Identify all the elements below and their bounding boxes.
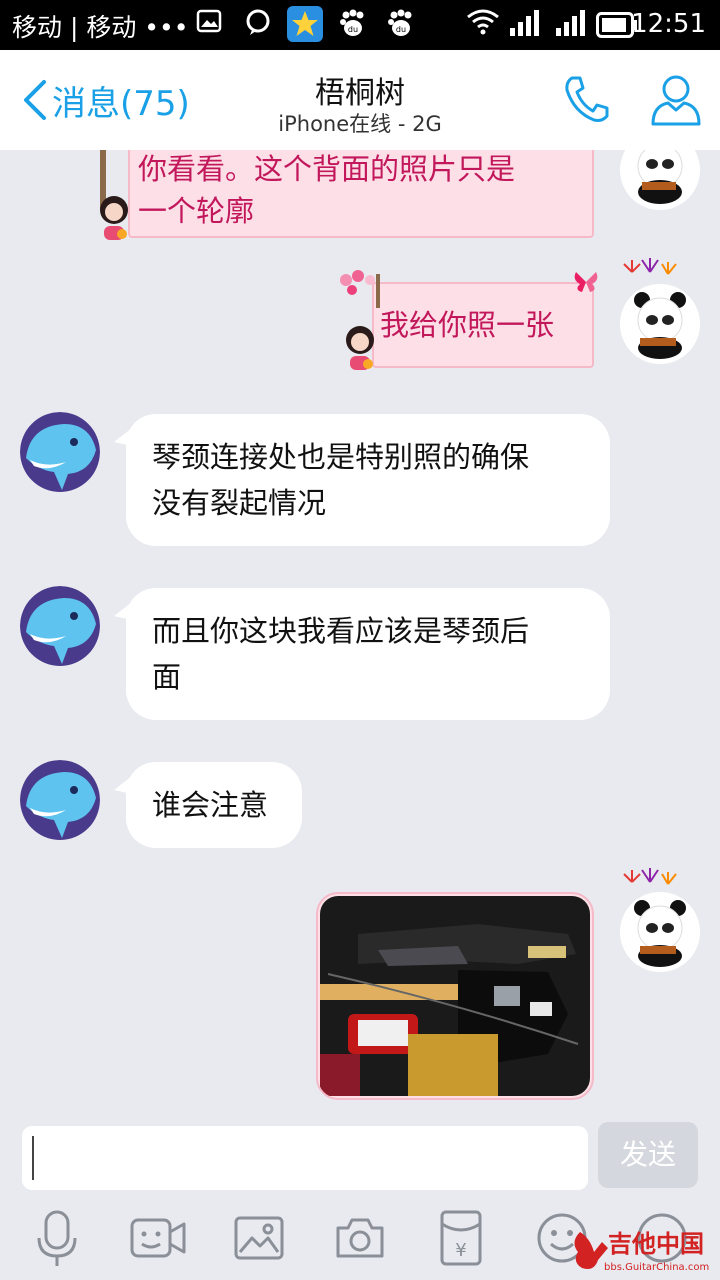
image-message[interactable] [316, 892, 594, 1100]
contact-status: iPhone在线 - 2G [278, 112, 442, 136]
message-outgoing[interactable]: 你看看。这个背面的照片只是 一个轮廓 [128, 150, 594, 238]
dolphin-avatar-icon [20, 412, 100, 492]
phone-call-button[interactable] [562, 74, 610, 130]
gallery-notification-icon [196, 8, 222, 38]
contact-avatar[interactable] [20, 586, 100, 666]
message-incoming[interactable]: 谁会注意 [114, 762, 302, 848]
message-input[interactable] [22, 1126, 588, 1190]
message-text: 而且你这块我看应该是琴颈后 [152, 614, 530, 648]
watermark-text: 吉他中国 [608, 1230, 704, 1258]
svg-text:du: du [348, 25, 358, 34]
message-text: 琴颈连接处也是特别照的确保 [152, 440, 530, 474]
chat-messages[interactable]: 你看看。这个背面的照片只是 一个轮廓 我给你照一张 琴颈连接处也是特别照的确保 … [0, 150, 720, 1108]
send-button[interactable]: 发送 [598, 1122, 698, 1188]
carrier-label: 移动 | 移动 ••• [12, 13, 189, 42]
signal-icon-1 [508, 8, 540, 42]
clock: 12:51 [631, 9, 706, 39]
image-icon[interactable] [234, 1216, 284, 1264]
svg-text:¥: ¥ [455, 1240, 466, 1261]
chat-header: 消息(75) 梧桐树 iPhone在线 - 2G [0, 50, 720, 150]
panda-avatar-icon [620, 284, 700, 364]
message-text: 谁会注意 [152, 788, 269, 822]
flower-decoration-icon [336, 268, 388, 312]
contact-name: 梧桐树 [315, 76, 405, 111]
panda-avatar-icon [620, 892, 700, 972]
guitar-photo-icon [320, 896, 590, 1096]
input-bar: 发送 [0, 1108, 720, 1200]
dolphin-avatar-icon [20, 760, 100, 840]
video-icon[interactable] [130, 1216, 186, 1266]
guitar-logo-icon: 吉他中国 bbs.GuitarChina.com [574, 1230, 709, 1273]
message-incoming[interactable]: 而且你这块我看应该是琴颈后 面 [114, 588, 610, 720]
text-cursor [32, 1136, 34, 1180]
camera-icon[interactable] [334, 1216, 386, 1264]
red-packet-icon[interactable]: ¥ [440, 1210, 482, 1270]
contact-profile-button[interactable] [650, 72, 702, 132]
sticker-girl-icon [92, 192, 136, 248]
contact-avatar[interactable] [20, 760, 100, 840]
message-text: 没有裂起情况 [152, 486, 327, 520]
baidu-icon-2: du [386, 8, 416, 42]
butterfly-icon [572, 270, 600, 298]
my-avatar[interactable] [620, 892, 700, 972]
message-text: 你看看。这个背面的照片只是 [138, 152, 516, 186]
my-avatar[interactable] [620, 284, 700, 364]
watermark-subtext: bbs.GuitarChina.com [604, 1262, 709, 1273]
star-app-icon [287, 6, 323, 46]
message-text: 我给你照一张 [380, 308, 555, 342]
message-incoming[interactable]: 琴颈连接处也是特别照的确保 没有裂起情况 [114, 414, 610, 546]
contact-avatar[interactable] [20, 412, 100, 492]
watermark-logo: 吉他中国 bbs.GuitarChina.com [568, 1222, 718, 1276]
panda-avatar-icon [620, 150, 700, 210]
phone-icon [565, 76, 609, 122]
wifi-icon [466, 8, 500, 40]
message-text: 面 [152, 660, 182, 694]
dolphin-avatar-icon [20, 586, 100, 666]
svg-text:du: du [396, 25, 406, 34]
person-icon [651, 75, 701, 126]
microphone-icon[interactable] [36, 1210, 78, 1272]
my-avatar[interactable] [620, 150, 700, 210]
message-text: 一个轮廓 [138, 194, 255, 228]
signal-icon-2 [554, 8, 586, 42]
baidu-icon: du [338, 8, 368, 42]
sticker-girl-icon [338, 322, 382, 378]
chat-notification-icon [244, 8, 272, 40]
message-outgoing[interactable]: 我给你照一张 [372, 282, 594, 368]
status-bar: 移动 | 移动 ••• du du 12:51 [0, 0, 720, 50]
